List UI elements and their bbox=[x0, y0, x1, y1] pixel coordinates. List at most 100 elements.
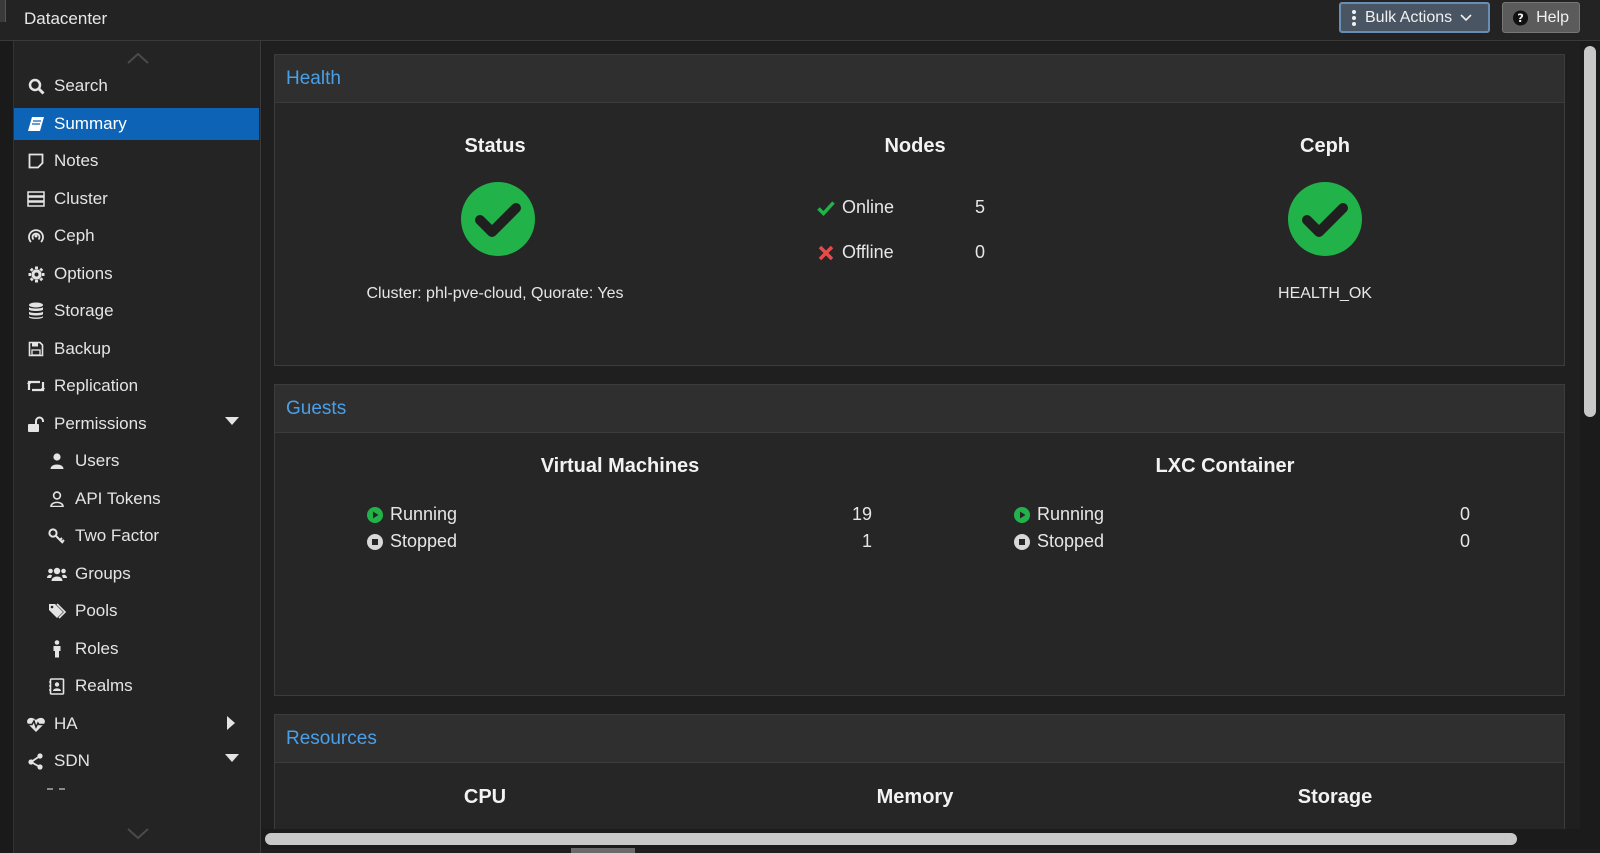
nodes-online-label: Online bbox=[842, 197, 895, 217]
male-icon bbox=[45, 639, 69, 659]
sidebar-item-api-tokens[interactable]: API Tokens bbox=[14, 483, 259, 515]
scroll-up-icon[interactable] bbox=[126, 51, 150, 65]
ceph-icon bbox=[24, 226, 48, 246]
bulk-actions-button[interactable]: Bulk Actions bbox=[1339, 2, 1490, 33]
ceph-title: Ceph bbox=[1300, 135, 1350, 157]
caret-down-icon[interactable] bbox=[225, 754, 239, 762]
sidebar-item-label: Notes bbox=[54, 151, 99, 170]
stop-circle-icon bbox=[367, 533, 383, 550]
floppy-icon bbox=[24, 339, 48, 359]
sidebar-item-label: Ceph bbox=[54, 226, 95, 245]
lxc-title: LXC Container bbox=[1155, 455, 1295, 477]
sidebar-item-label: Backup bbox=[54, 339, 111, 358]
nodes-title: Nodes bbox=[884, 135, 946, 157]
vm-running-label: Running bbox=[390, 504, 458, 524]
database-icon bbox=[24, 301, 48, 321]
user-icon bbox=[45, 451, 69, 471]
main-content: Health Status Cluster: phl-pve-cloud, Qu… bbox=[262, 41, 1580, 844]
status-title: Status bbox=[464, 135, 526, 157]
sidebar-item-pools[interactable]: Pools bbox=[14, 595, 259, 627]
horizontal-scrollbar[interactable] bbox=[262, 829, 1600, 849]
chevron-down-icon bbox=[1460, 13, 1472, 21]
lxc-stopped-label: Stopped bbox=[1037, 531, 1105, 551]
sidebar-item-label: Options bbox=[54, 264, 113, 283]
guests-panel: Guests Virtual Machines Running 19 Stopp… bbox=[274, 384, 1565, 696]
resources-panel: Resources CPU Memory Storage bbox=[274, 714, 1565, 844]
user-outline-icon bbox=[45, 489, 69, 509]
vm-title: Virtual Machines bbox=[540, 455, 700, 477]
sidebar-item-options[interactable]: Options bbox=[14, 258, 259, 290]
sidebar-item-sdn[interactable]: SDN bbox=[14, 745, 259, 777]
page-title: Datacenter bbox=[24, 9, 108, 28]
stop-circle-icon bbox=[1014, 533, 1030, 550]
vm-running-count: 19 bbox=[851, 504, 872, 524]
nodes-offline-count: 0 bbox=[975, 242, 986, 262]
sidebar-item-permissions[interactable]: Permissions bbox=[14, 408, 259, 440]
sdn-icon bbox=[24, 751, 48, 771]
sidebar-item-label: API Tokens bbox=[75, 489, 161, 508]
search-icon bbox=[24, 76, 48, 96]
sidebar-item-backup[interactable]: Backup bbox=[14, 333, 259, 365]
lxc-stopped-count: 0 bbox=[1459, 531, 1470, 551]
sidebar-item-ceph[interactable]: Ceph bbox=[14, 220, 259, 252]
storage-title: Storage bbox=[1297, 786, 1373, 808]
bottom-panel-handle[interactable] bbox=[571, 848, 635, 853]
sidebar-item-replication[interactable]: Replication bbox=[14, 370, 259, 402]
sidebar-item-label: SDN bbox=[54, 751, 90, 770]
tags-icon bbox=[45, 601, 69, 621]
vertical-scrollbar[interactable] bbox=[1580, 41, 1600, 829]
server-icon bbox=[24, 189, 48, 209]
question-circle-icon: ? bbox=[1513, 9, 1529, 26]
top-bar: Datacenter Bulk Actions ? Help bbox=[0, 0, 1600, 41]
caret-down-icon[interactable] bbox=[225, 417, 239, 425]
bulk-actions-label: Bulk Actions bbox=[1365, 8, 1453, 26]
svg-text:?: ? bbox=[1517, 11, 1524, 25]
sidebar-item-storage[interactable]: Storage bbox=[14, 295, 259, 327]
sidebar-item-label: Replication bbox=[54, 376, 139, 395]
sidebar: Search Summary Notes Cluster Ceph Option… bbox=[14, 41, 261, 853]
panel-title: Guests bbox=[275, 385, 1564, 433]
left-collapsed-panel bbox=[0, 41, 14, 853]
help-label: Help bbox=[1536, 8, 1569, 26]
sidebar-item-realms[interactable]: Realms bbox=[14, 670, 259, 702]
retweet-icon bbox=[24, 376, 48, 396]
sidebar-item-groups[interactable]: Groups bbox=[14, 558, 259, 590]
help-button[interactable]: ? Help bbox=[1502, 2, 1580, 33]
heartbeat-icon bbox=[24, 714, 48, 734]
sidebar-item-label: Users bbox=[75, 451, 120, 470]
caret-right-icon[interactable] bbox=[227, 716, 235, 730]
sidebar-item-two-factor[interactable]: Two Factor bbox=[14, 520, 259, 552]
sidebar-item-label: Realms bbox=[75, 676, 133, 695]
sidebar-item-label: Two Factor bbox=[75, 526, 160, 545]
play-circle-icon bbox=[1014, 506, 1030, 523]
sidebar-item-roles[interactable]: Roles bbox=[14, 633, 259, 665]
health-panel: Health Status Cluster: phl-pve-cloud, Qu… bbox=[274, 54, 1565, 366]
sidebar-item-notes[interactable]: Notes bbox=[14, 145, 259, 177]
nodes-online-row: Online bbox=[817, 197, 894, 218]
sidebar-item-users[interactable]: Users bbox=[14, 445, 259, 477]
vm-stopped-row: Stopped bbox=[367, 531, 457, 552]
lxc-stopped-row: Stopped bbox=[1014, 531, 1104, 552]
scroll-down-icon[interactable] bbox=[126, 827, 150, 841]
status-ok-icon bbox=[461, 182, 535, 256]
sidebar-item-ha[interactable]: HA bbox=[14, 708, 259, 740]
lxc-running-label: Running bbox=[1037, 504, 1105, 524]
sidebar-item-cluster[interactable]: Cluster bbox=[14, 183, 259, 215]
sidebar-item-search[interactable]: Search bbox=[14, 70, 259, 102]
nodes-online-count: 5 bbox=[975, 197, 986, 217]
sidebar-item-summary[interactable]: Summary bbox=[14, 108, 259, 140]
memory-title: Memory bbox=[876, 786, 954, 808]
sidebar-item-label: HA bbox=[54, 714, 78, 733]
sidebar-item-label: Search bbox=[54, 76, 108, 95]
panel-title: Resources bbox=[275, 715, 1564, 763]
sidebar-item-label: Roles bbox=[75, 639, 119, 658]
cluster-quorate-text: Cluster: phl-pve-cloud, Quorate: Yes bbox=[366, 285, 624, 302]
key-icon bbox=[45, 526, 69, 546]
sidebar-item-label: Groups bbox=[75, 564, 131, 583]
vertical-scroll-thumb[interactable] bbox=[1584, 46, 1596, 417]
sidebar-item-partial bbox=[47, 788, 65, 790]
lxc-running-count: 0 bbox=[1459, 504, 1470, 524]
sidebar-item-label: Summary bbox=[54, 114, 127, 133]
horizontal-scroll-thumb[interactable] bbox=[265, 833, 1517, 845]
vertical-ellipsis-icon bbox=[1352, 9, 1356, 26]
